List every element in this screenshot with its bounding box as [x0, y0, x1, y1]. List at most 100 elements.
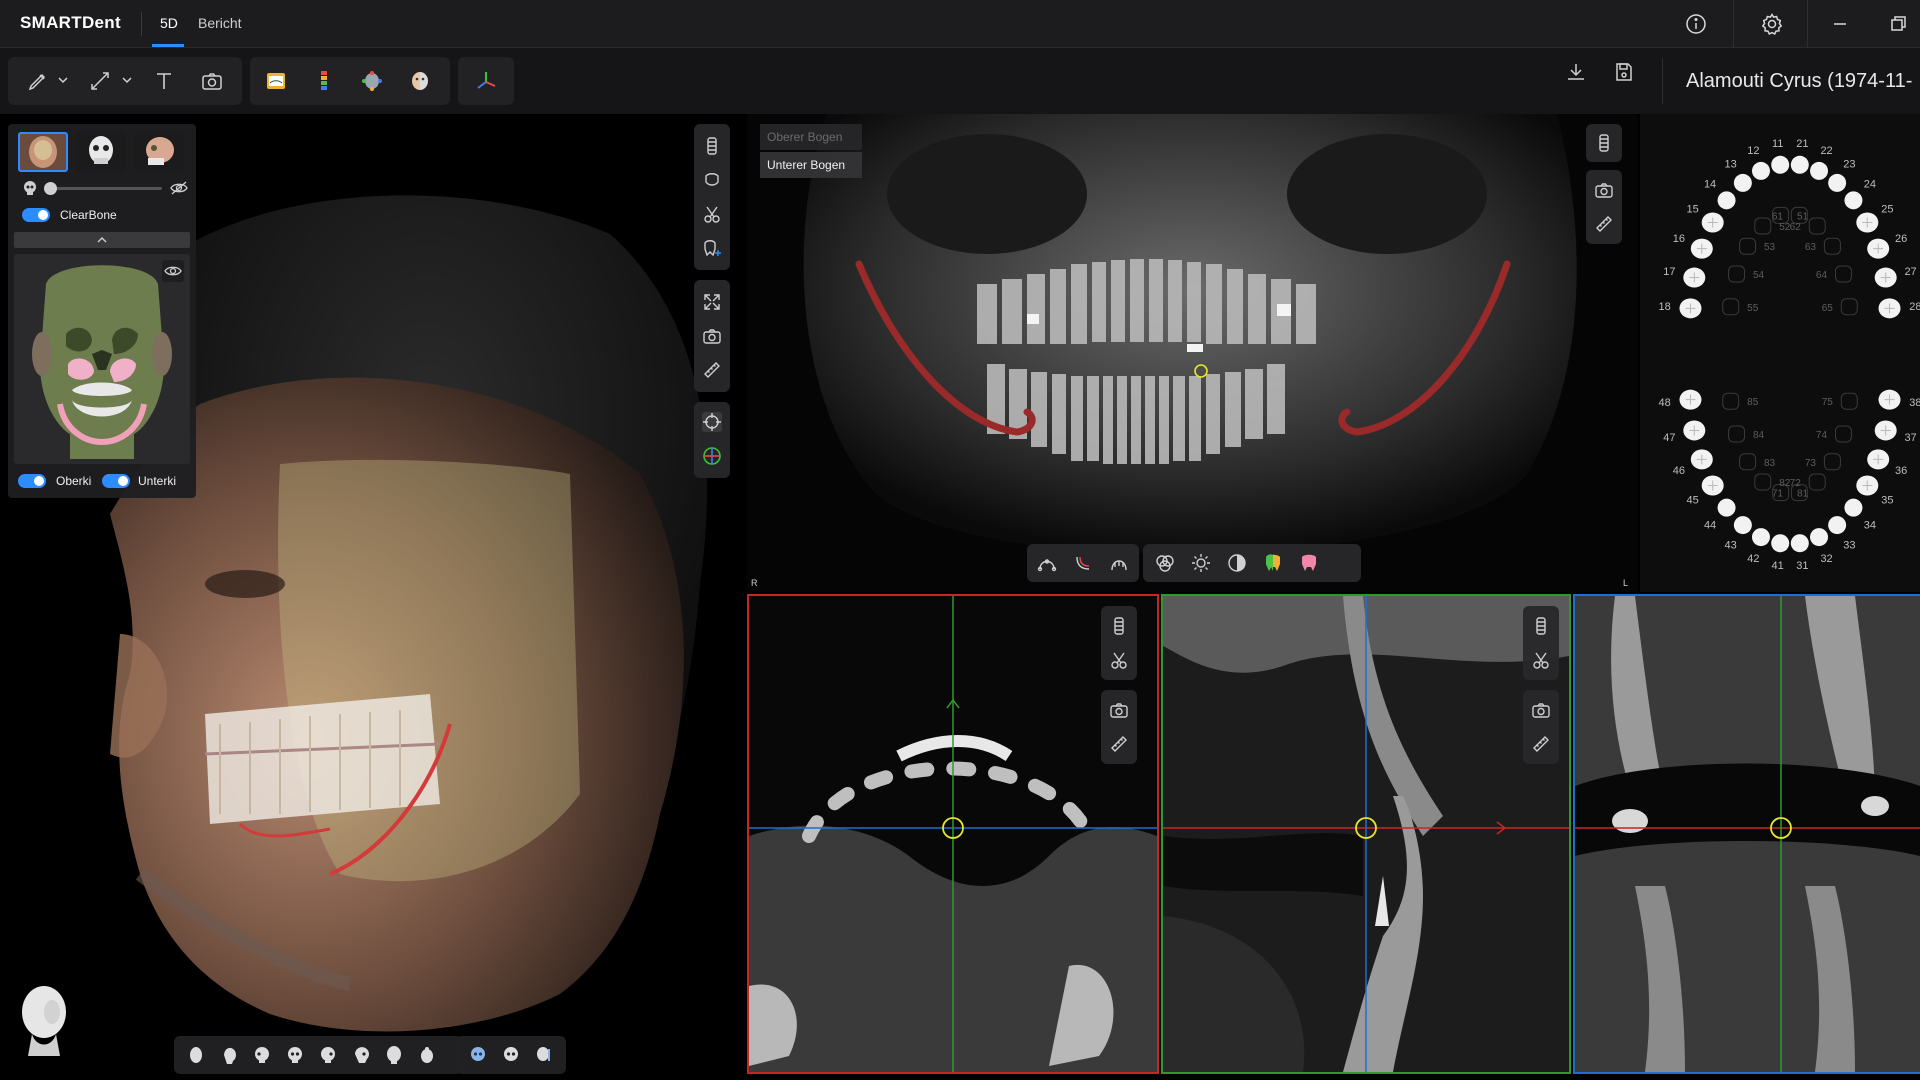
- tooth-16[interactable]: 16: [1673, 233, 1713, 259]
- tooth-55[interactable]: 55: [1722, 298, 1759, 316]
- head-front-icon[interactable]: [186, 1045, 206, 1065]
- tooth-84[interactable]: 84: [1728, 425, 1765, 443]
- eye-icon[interactable]: [162, 260, 184, 282]
- tooth-18[interactable]: 18: [1658, 298, 1702, 319]
- coronal-slice-view[interactable]: [1573, 594, 1920, 1074]
- tooth-46[interactable]: 46: [1673, 449, 1713, 477]
- camera-icon[interactable]: [1109, 700, 1129, 720]
- tooth-32[interactable]: 32: [1810, 528, 1833, 565]
- tooth-25[interactable]: 25: [1856, 204, 1894, 233]
- face-half-icon[interactable]: [408, 69, 432, 93]
- tooth-75[interactable]: 75: [1822, 392, 1858, 410]
- tooth-13[interactable]: 13: [1724, 158, 1752, 192]
- camera-icon[interactable]: [702, 326, 722, 346]
- tooth-36[interactable]: 36: [1867, 449, 1907, 477]
- implant-icon[interactable]: [702, 136, 722, 156]
- ruler-icon[interactable]: [1109, 734, 1129, 754]
- landmark-icon[interactable]: [360, 69, 384, 93]
- camera-icon[interactable]: [1531, 700, 1551, 720]
- skull-top-icon[interactable]: [417, 1045, 437, 1065]
- tooth-38[interactable]: 38: [1878, 389, 1920, 410]
- tooth-11[interactable]: 11: [1771, 138, 1790, 174]
- upper-jaw-toggle[interactable]: [18, 474, 46, 488]
- tooth-48[interactable]: 48: [1658, 389, 1702, 410]
- download-icon[interactable]: [1564, 60, 1588, 84]
- tooth-85[interactable]: 85: [1722, 392, 1759, 410]
- tooth-54[interactable]: 54: [1728, 265, 1765, 283]
- nerve-curve-icon[interactable]: [1073, 553, 1093, 573]
- panorama-icon[interactable]: [264, 69, 288, 93]
- tooth-21[interactable]: 21: [1790, 138, 1809, 174]
- tooth-26[interactable]: 26: [1867, 233, 1907, 259]
- implant-icon[interactable]: [1109, 616, 1129, 636]
- tooth-33[interactable]: 33: [1828, 516, 1856, 552]
- tooth-44[interactable]: 44: [1704, 498, 1736, 532]
- scissors-icon[interactable]: [1531, 650, 1551, 670]
- minimize-icon[interactable]: [1828, 12, 1852, 36]
- tooth-37[interactable]: 37: [1874, 420, 1917, 444]
- gear-icon[interactable]: [1760, 12, 1784, 36]
- tooth-23[interactable]: 23: [1828, 158, 1856, 192]
- tooth-64[interactable]: 64: [1816, 265, 1852, 283]
- tooth-24[interactable]: 24: [1844, 178, 1876, 210]
- tooth-65[interactable]: 65: [1822, 298, 1858, 316]
- tooth-47[interactable]: 47: [1663, 420, 1706, 444]
- tooth-28[interactable]: 28: [1878, 298, 1920, 319]
- tooth-45[interactable]: 45: [1686, 475, 1724, 507]
- skull-left-icon[interactable]: [252, 1045, 272, 1065]
- color-map-tooth-icon[interactable]: [1263, 553, 1283, 573]
- restore-icon[interactable]: [1886, 12, 1910, 36]
- skull-front-thumbnail[interactable]: [76, 132, 126, 172]
- chevron-down-icon[interactable]: [120, 73, 134, 87]
- camera-icon[interactable]: [200, 69, 224, 93]
- tab-bericht[interactable]: Bericht: [198, 15, 242, 31]
- implant-icon[interactable]: [1531, 616, 1551, 636]
- tooth-31[interactable]: 31: [1790, 534, 1809, 572]
- skull-face-icon[interactable]: [468, 1045, 488, 1065]
- opacity-slider-handle[interactable]: [44, 182, 57, 195]
- implant-icon[interactable]: [1594, 133, 1614, 153]
- layers-icon[interactable]: [1155, 553, 1175, 573]
- sagittal-slice-view[interactable]: [1161, 594, 1571, 1074]
- upper-arch-button[interactable]: Oberer Bogen: [760, 124, 862, 150]
- tooth-42[interactable]: 42: [1747, 528, 1770, 565]
- head-back-icon[interactable]: [384, 1045, 404, 1065]
- ruler-icon[interactable]: [88, 69, 112, 93]
- clearbone-toggle[interactable]: [22, 208, 50, 222]
- skull-side-icon[interactable]: [351, 1045, 371, 1065]
- tooth-83[interactable]: 83: [1739, 453, 1776, 471]
- collapse-bar[interactable]: [14, 232, 190, 248]
- crown-icon[interactable]: [702, 170, 722, 190]
- head-left-icon[interactable]: [219, 1045, 239, 1065]
- tooth-53[interactable]: 53: [1739, 237, 1776, 255]
- save-icon[interactable]: [1612, 60, 1636, 84]
- tooth-74[interactable]: 74: [1816, 425, 1852, 443]
- color-scale-icon[interactable]: [312, 69, 336, 93]
- tooth-14[interactable]: 14: [1704, 178, 1736, 210]
- tooth-27[interactable]: 27: [1874, 266, 1917, 288]
- tooth-color-icon[interactable]: [1299, 553, 1319, 573]
- arch-teeth-icon[interactable]: [1109, 553, 1129, 573]
- tooth-15[interactable]: 15: [1686, 204, 1724, 233]
- axial-slice-view[interactable]: [747, 594, 1159, 1074]
- tooth-add-icon[interactable]: [702, 238, 722, 258]
- tooth-34[interactable]: 34: [1844, 498, 1876, 532]
- tab-5d[interactable]: 5D: [160, 15, 178, 31]
- skull-bone-icon[interactable]: [501, 1045, 521, 1065]
- tooth-12[interactable]: 12: [1747, 145, 1770, 180]
- skull-front-icon[interactable]: [285, 1045, 305, 1065]
- text-icon[interactable]: [152, 69, 176, 93]
- tooth-73[interactable]: 73: [1805, 453, 1841, 471]
- tooth-22[interactable]: 22: [1810, 145, 1833, 180]
- face-skull-thumbnail[interactable]: [18, 132, 68, 172]
- tooth-43[interactable]: 43: [1724, 516, 1752, 552]
- skull-split-icon[interactable]: [534, 1045, 554, 1065]
- skull-side-thumbnail[interactable]: [134, 132, 184, 172]
- contrast-icon[interactable]: [1227, 553, 1247, 573]
- panoramic-xray-view[interactable]: Oberer Bogen Unterer Bogen R L: [747, 114, 1638, 592]
- eye-off-icon[interactable]: [170, 180, 188, 196]
- crosshair-icon[interactable]: [702, 412, 722, 432]
- axes-icon[interactable]: [474, 69, 498, 93]
- scissors-icon[interactable]: [702, 204, 722, 224]
- brightness-icon[interactable]: [1191, 553, 1211, 573]
